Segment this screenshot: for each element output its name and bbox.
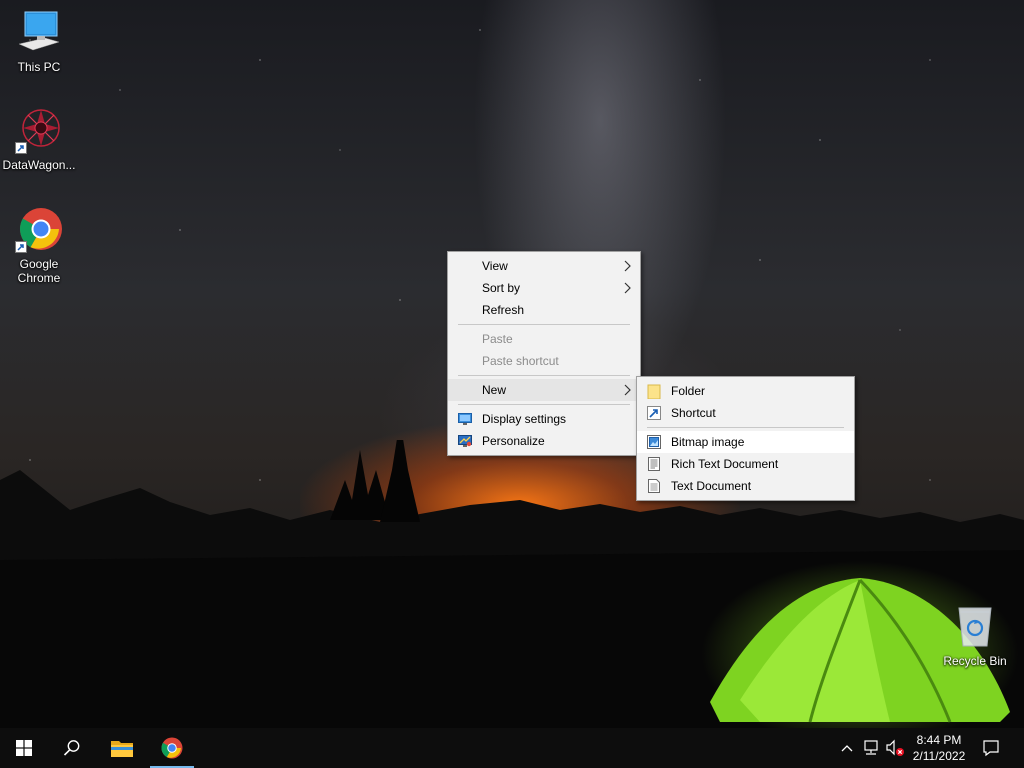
submenu-item-folder[interactable]: Folder — [637, 380, 854, 402]
shortcut-icon — [647, 406, 661, 420]
desktop-icon-recycle-bin[interactable]: Recycle Bin — [937, 602, 1013, 668]
chrome-icon — [161, 737, 183, 759]
chevron-right-icon — [624, 384, 631, 396]
submenu-item-text-document[interactable]: Text Document — [637, 475, 854, 497]
action-center-button[interactable] — [978, 728, 1004, 768]
folder-icon — [647, 384, 661, 399]
taskbar-google-chrome[interactable] — [148, 728, 196, 768]
menu-item-paste: Paste — [448, 328, 640, 350]
menu-item-label: Display settings — [482, 412, 567, 426]
rich-text-icon — [648, 457, 660, 471]
menu-item-label: Refresh — [482, 303, 525, 317]
menu-item-label: Bitmap image — [671, 435, 745, 449]
chevron-right-icon — [624, 282, 631, 294]
shortcut-arrow-icon — [15, 241, 27, 253]
this-pc-icon — [15, 8, 63, 56]
desktop-icon-label: This PC — [17, 60, 61, 74]
chrome-icon — [15, 205, 63, 253]
clock-time: 8:44 PM — [916, 733, 962, 747]
text-document-icon — [648, 479, 660, 493]
menu-separator — [458, 404, 630, 405]
chevron-up-icon — [841, 745, 853, 752]
menu-item-label: Sort by — [482, 281, 521, 295]
datawagon-icon — [15, 106, 63, 154]
desktop-icon-label: DataWagon... — [2, 158, 76, 172]
recycle-bin-icon — [951, 602, 999, 650]
new-submenu: Folder Shortcut Bitmap image Rich Text D… — [636, 376, 855, 501]
menu-item-label: Shortcut — [671, 406, 716, 420]
notification-icon — [983, 740, 999, 757]
menu-item-sort-by[interactable]: Sort by — [448, 277, 640, 299]
tray-show-hidden-icons[interactable] — [838, 728, 856, 768]
desktop-context-menu: View Sort by Refresh Paste Paste shortcu… — [447, 251, 641, 456]
submenu-item-bitmap-image[interactable]: Bitmap image — [637, 431, 854, 453]
desktop-icon-this-pc[interactable]: This PC — [1, 8, 77, 74]
start-button[interactable] — [0, 728, 48, 768]
menu-item-label: Paste — [482, 332, 513, 346]
menu-item-new[interactable]: New — [448, 379, 640, 401]
menu-separator — [458, 375, 630, 376]
chevron-right-icon — [624, 260, 631, 272]
menu-separator — [458, 324, 630, 325]
menu-item-label: Personalize — [482, 434, 545, 448]
taskbar-file-explorer[interactable] — [98, 728, 146, 768]
clock-date: 2/11/2022 — [912, 749, 966, 763]
file-explorer-icon — [111, 741, 133, 757]
submenu-item-rich-text-document[interactable]: Rich Text Document — [637, 453, 854, 475]
desktop-icon-datawagon[interactable]: DataWagon... — [1, 106, 77, 172]
tray-volume[interactable] — [884, 728, 906, 768]
desktop-icon-google-chrome[interactable]: Google Chrome — [1, 205, 77, 285]
desktop-icon-label: Recycle Bin — [943, 654, 1007, 668]
taskbar-clock[interactable]: 8:44 PM 2/11/2022 — [906, 732, 972, 764]
desktop-icon-label: Google Chrome — [17, 257, 61, 285]
network-icon — [864, 740, 878, 755]
menu-item-label: Rich Text Document — [671, 457, 779, 471]
menu-item-label: Text Document — [671, 479, 752, 493]
menu-item-paste-shortcut: Paste shortcut — [448, 350, 640, 372]
personalize-icon — [458, 435, 472, 447]
menu-item-label: View — [482, 259, 508, 273]
menu-separator — [647, 427, 844, 428]
search-button[interactable] — [48, 728, 96, 768]
menu-item-view[interactable]: View — [448, 255, 640, 277]
submenu-item-shortcut[interactable]: Shortcut — [637, 402, 854, 424]
search-icon — [63, 740, 80, 756]
menu-item-display-settings[interactable]: Display settings — [448, 408, 640, 430]
volume-muted-icon — [886, 739, 904, 756]
taskbar: 8:44 PM 2/11/2022 — [0, 728, 1024, 768]
menu-item-personalize[interactable]: Personalize — [448, 430, 640, 452]
tray-network[interactable] — [860, 728, 882, 768]
menu-item-label: Folder — [671, 384, 706, 398]
menu-item-label: New — [482, 383, 507, 397]
shortcut-arrow-icon — [15, 142, 27, 154]
display-settings-icon — [458, 413, 472, 425]
menu-item-label: Paste shortcut — [482, 354, 559, 368]
windows-start-icon — [16, 740, 32, 756]
bitmap-icon — [647, 435, 661, 449]
menu-item-refresh[interactable]: Refresh — [448, 299, 640, 321]
